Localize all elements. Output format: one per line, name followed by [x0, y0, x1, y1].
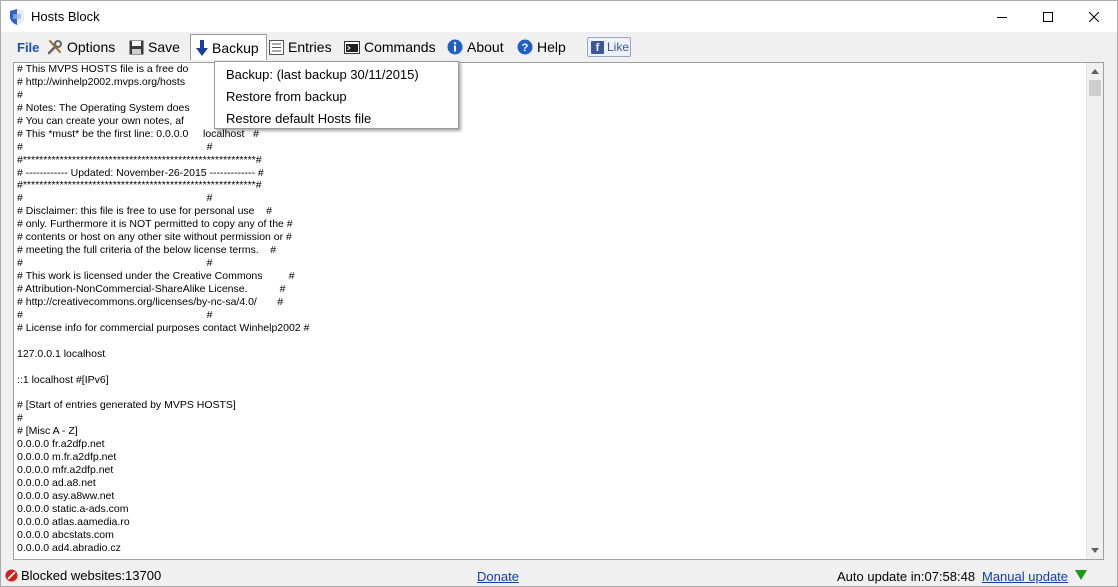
hosts-line: 0.0.0.0 mfr.a2dfp.net — [17, 464, 114, 477]
hosts-line: 127.0.0.1 localhost — [17, 347, 106, 360]
title-bar: Hosts Block — [1, 1, 1117, 32]
like-label: Like — [607, 40, 630, 54]
menu-commands-label: Commands — [364, 39, 436, 55]
hosts-line: 0.0.0.0 abcstats.com — [17, 528, 114, 541]
backup-now-label: Backup: (last backup 30/11/2015) — [226, 66, 419, 82]
help-icon: ? — [517, 39, 533, 55]
hosts-line: # Disclaimer: this file is free to use f… — [17, 205, 273, 218]
hosts-line: 0.0.0.0 atlas.aamedia.ro — [17, 515, 130, 528]
hosts-line: # ------------ Updated: November-26-2015… — [17, 166, 264, 179]
terminal-icon — [344, 40, 360, 54]
menu-about[interactable]: About — [447, 35, 504, 59]
menu-bar: File Options Save Backup Entries Command… — [1, 32, 1117, 61]
blocked-icon — [5, 569, 18, 582]
menu-file[interactable]: File — [17, 35, 39, 59]
menu-help[interactable]: ? Help — [517, 35, 566, 59]
list-icon — [269, 39, 284, 55]
hosts-line: # [Misc A - Z] — [17, 425, 78, 438]
menu-file-label: File — [17, 39, 40, 55]
maximize-button[interactable] — [1025, 1, 1071, 32]
restore-backup-label: Restore from backup — [226, 88, 347, 104]
hosts-line: # # — [17, 257, 213, 270]
hosts-line: # meeting the full criteria of the below… — [17, 244, 277, 257]
facebook-icon: f — [591, 40, 604, 54]
menu-options[interactable]: Options — [47, 35, 115, 59]
auto-update-countdown: Auto update in:07:58:48 — [837, 569, 976, 584]
close-button[interactable] — [1071, 1, 1117, 32]
scroll-thumb[interactable] — [1089, 80, 1101, 96]
hosts-text[interactable]: # This MVPS HOSTS file is a free do # htt… — [17, 63, 1087, 555]
hosts-line: # — [17, 88, 23, 101]
hosts-line: # [Start of entries generated by MVPS HO… — [17, 399, 236, 412]
hosts-line: # # — [17, 192, 213, 205]
hosts-line — [17, 361, 1087, 374]
maximize-icon — [1043, 11, 1053, 22]
arrow-down-icon — [196, 39, 208, 56]
donate-link[interactable]: Donate — [477, 569, 519, 584]
menu-entries[interactable]: Entries — [269, 35, 332, 59]
restore-default-item[interactable]: Restore default Hosts file — [215, 107, 458, 129]
menu-backup-label: Backup — [212, 39, 259, 56]
minimize-button[interactable] — [979, 1, 1025, 32]
hosts-line: # This work is licensed under the Creati… — [17, 270, 295, 282]
hosts-line: # This MVPS HOSTS file is a free do — [17, 63, 189, 75]
window-title: Hosts Block — [31, 9, 100, 24]
close-icon — [1089, 11, 1099, 22]
chevron-up-icon — [1091, 69, 1099, 74]
menu-options-label: Options — [67, 39, 116, 55]
hosts-line: 0.0.0.0 fr.a2dfp.net — [17, 438, 105, 451]
hosts-line: #***************************************… — [17, 153, 262, 166]
scroll-up-button[interactable] — [1087, 63, 1103, 80]
hosts-line: 0.0.0.0 ad.a8.net — [17, 477, 96, 489]
hosts-line: # Attribution-NonCommercial-ShareAlike L… — [17, 282, 286, 295]
status-bar: Blocked websites:13700 Donate Auto updat… — [1, 564, 1117, 586]
chevron-down-icon — [1091, 548, 1099, 553]
svg-text:?: ? — [522, 42, 529, 54]
hosts-line: # # — [17, 140, 213, 153]
hosts-line: 0.0.0.0 asy.a8ww.net — [17, 489, 115, 502]
hosts-line: # http://creativecommons.org/licenses/by… — [17, 295, 284, 308]
hosts-line: # Notes: The Operating System does — [17, 101, 190, 114]
hosts-line: # This *must* be the first line: 0.0.0.0… — [17, 127, 260, 140]
app-window: Hosts Block File Options Save Backup Ent… — [0, 0, 1118, 587]
menu-commands[interactable]: Commands — [344, 35, 436, 59]
hosts-line: # You can create your own notes, af — [17, 114, 184, 127]
manual-update-link[interactable]: Manual update — [982, 569, 1068, 584]
hosts-line: 0.0.0.0 m.fr.a2dfp.net — [17, 451, 117, 464]
hosts-line: ::1 localhost #[IPv6] — [17, 373, 109, 386]
hosts-line: # # — [17, 308, 213, 321]
menu-save[interactable]: Save — [129, 35, 180, 59]
backup-dropdown: Backup: (last backup 30/11/2015) Restore… — [214, 61, 459, 129]
hosts-line: # contents or host on any other site wit… — [17, 231, 292, 244]
floppy-icon — [129, 40, 144, 54]
menu-about-label: About — [467, 39, 504, 55]
tools-icon — [47, 40, 62, 55]
backup-now-item[interactable]: Backup: (last backup 30/11/2015) — [215, 63, 458, 85]
hosts-line: 0.0.0.0 ad4.abradio.cz — [17, 541, 121, 554]
hosts-editor[interactable]: # This MVPS HOSTS file is a free do # htt… — [13, 62, 1104, 560]
menu-help-label: Help — [537, 39, 566, 55]
vertical-scrollbar[interactable] — [1086, 63, 1103, 559]
update-arrow-icon[interactable] — [1075, 570, 1087, 580]
hosts-line: 0.0.0.0 static.a-ads.com — [17, 502, 129, 515]
menu-entries-label: Entries — [288, 39, 332, 55]
hosts-line: # — [17, 412, 23, 425]
minimize-icon — [997, 16, 1007, 18]
facebook-like-button[interactable]: f Like — [587, 37, 631, 57]
menu-save-label: Save — [148, 39, 180, 55]
hosts-line: # http://winhelp2002.mvps.org/hosts — [17, 75, 186, 88]
scroll-down-button[interactable] — [1087, 542, 1103, 559]
info-icon — [447, 39, 463, 55]
hosts-line: # only. Furthermore it is NOT permitted … — [17, 218, 293, 231]
hosts-line: #***************************************… — [17, 179, 262, 192]
hosts-line: # License info for commercial purposes c… — [17, 321, 310, 334]
menu-backup[interactable]: Backup — [190, 34, 267, 60]
shield-icon — [10, 9, 24, 25]
restore-default-label: Restore default Hosts file — [226, 110, 372, 126]
blocked-count: Blocked websites:13700 — [21, 568, 162, 583]
hosts-line — [17, 386, 1087, 399]
hosts-line — [17, 335, 1087, 348]
restore-backup-item[interactable]: Restore from backup — [215, 85, 458, 107]
